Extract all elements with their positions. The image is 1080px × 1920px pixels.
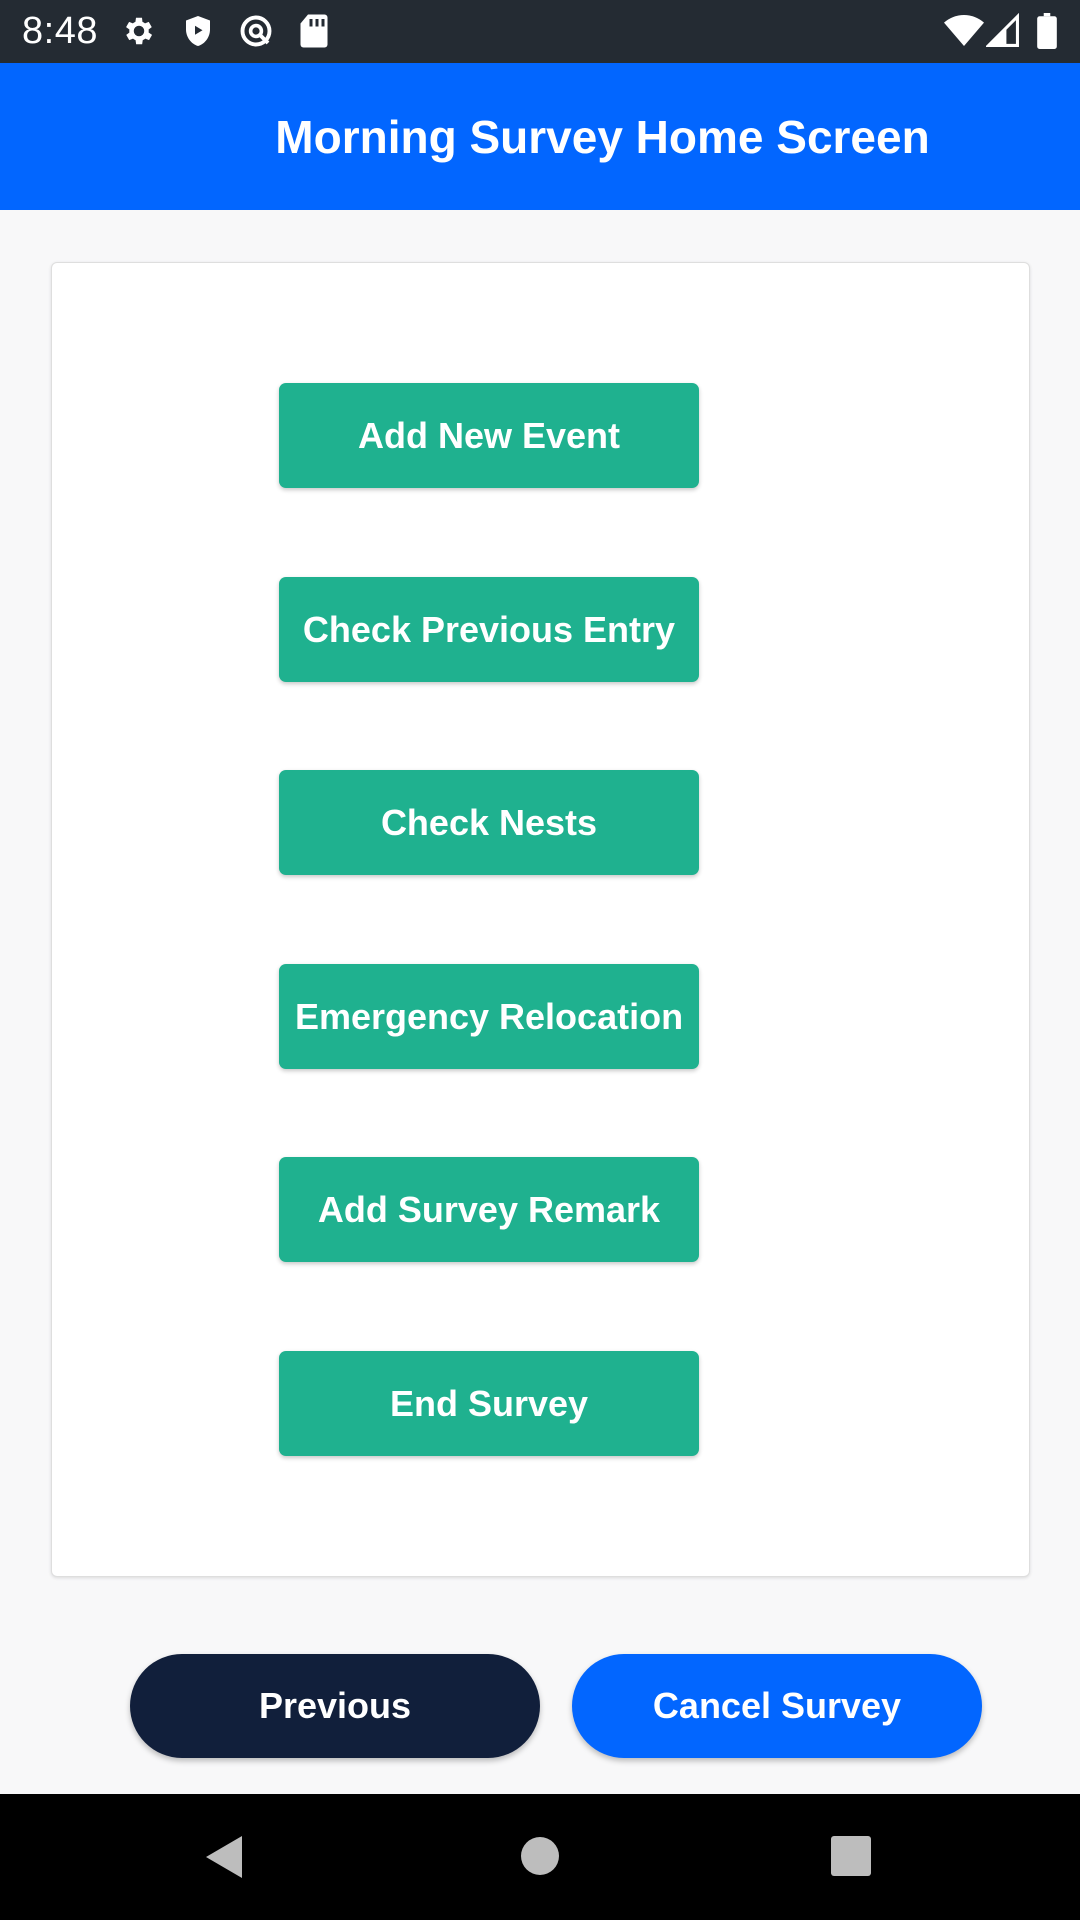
at-sign-icon <box>240 15 272 47</box>
back-icon[interactable] <box>204 1834 244 1880</box>
recents-icon[interactable] <box>831 1836 871 1876</box>
wifi-icon <box>944 15 984 46</box>
navigation-bar <box>0 1794 1080 1920</box>
app-bar: Morning Survey Home Screen <box>0 63 1080 210</box>
battery-icon <box>1037 13 1057 49</box>
check-nests-button[interactable]: Check Nests <box>279 770 699 875</box>
signal-icon <box>986 13 1019 47</box>
add-new-event-button[interactable]: Add New Event <box>279 383 699 488</box>
status-time: 8:48 <box>22 10 98 52</box>
page-title: Morning Survey Home Screen <box>275 111 930 163</box>
shield-icon <box>186 16 210 46</box>
emergency-relocation-button[interactable]: Emergency Relocation <box>279 964 699 1069</box>
end-survey-button[interactable]: End Survey <box>279 1351 699 1456</box>
add-survey-remark-button[interactable]: Add Survey Remark <box>279 1157 699 1262</box>
status-bar: 8:48 <box>0 0 1080 63</box>
cancel-survey-button[interactable]: Cancel Survey <box>572 1654 982 1758</box>
gear-icon <box>126 17 153 45</box>
previous-button[interactable]: Previous <box>130 1654 540 1758</box>
sd-card-icon <box>300 14 328 48</box>
check-previous-entry-button[interactable]: Check Previous Entry <box>279 577 699 682</box>
home-icon[interactable] <box>520 1836 560 1876</box>
